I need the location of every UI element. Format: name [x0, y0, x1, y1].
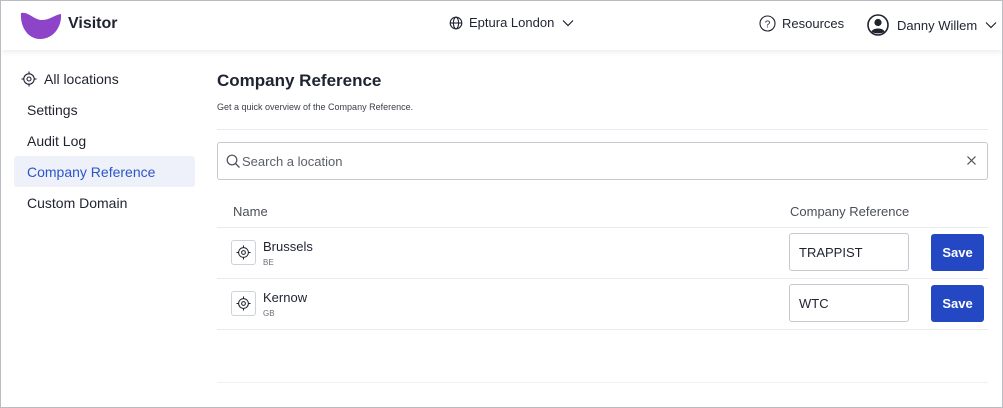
- location-country-code: GB: [263, 309, 275, 318]
- target-icon: [236, 245, 251, 260]
- close-icon[interactable]: [966, 155, 977, 166]
- location-switcher[interactable]: Eptura London: [449, 15, 574, 30]
- top-header: Visitor Eptura London ? Resources Danny …: [1, 1, 1002, 50]
- sidebar-item-label: Custom Domain: [27, 194, 128, 211]
- column-header-name: Name: [233, 204, 268, 219]
- target-icon: [21, 71, 37, 86]
- app-name: Visitor: [68, 15, 118, 32]
- sidebar-item-audit-log[interactable]: Audit Log: [14, 125, 195, 156]
- globe-icon: [449, 16, 463, 29]
- company-reference-input[interactable]: [789, 284, 909, 322]
- resources-label: Resources: [782, 16, 845, 31]
- location-country-code: BE: [263, 258, 274, 267]
- divider: [217, 382, 988, 383]
- search-box: [217, 142, 988, 180]
- save-button[interactable]: Save: [931, 285, 984, 322]
- sidebar-item-label: All locations: [44, 70, 119, 87]
- visitor-logo[interactable]: [20, 10, 62, 40]
- table-row: Brussels BE Save: [217, 228, 988, 279]
- column-header-company-reference: Company Reference: [790, 204, 910, 219]
- sidebar-item-all-locations[interactable]: All locations: [14, 63, 195, 94]
- avatar-icon: [867, 14, 889, 36]
- page-subtitle: Get a quick overview of the Company Refe…: [217, 102, 414, 112]
- help-icon: ?: [759, 15, 776, 32]
- location-name: Brussels: [263, 239, 313, 254]
- sidebar-item-label: Company Reference: [27, 163, 156, 180]
- app-window: Visitor Eptura London ? Resources Danny …: [0, 0, 1003, 408]
- main-content: Company Reference Get a quick overview o…: [217, 71, 988, 330]
- location-name: Kernow: [263, 290, 308, 305]
- search-input[interactable]: [218, 143, 987, 179]
- locations-table: Name Company Reference Brussels BE TRAPP…: [217, 193, 988, 330]
- company-reference-input[interactable]: [789, 233, 909, 271]
- sidebar: All locations Settings Audit Log Company…: [14, 63, 195, 218]
- table-row: Kernow GB Save: [217, 279, 988, 330]
- divider: [217, 129, 988, 130]
- chevron-down-icon: [985, 22, 997, 29]
- location-name: Eptura London: [469, 15, 555, 30]
- svg-text:?: ?: [765, 19, 771, 30]
- sidebar-item-settings[interactable]: Settings: [14, 94, 195, 125]
- search-icon: [226, 154, 240, 168]
- user-name: Danny Willem: [897, 17, 978, 33]
- resources-link[interactable]: ? Resources: [759, 15, 844, 32]
- sidebar-item-custom-domain[interactable]: Custom Domain: [14, 187, 195, 218]
- user-menu[interactable]: Danny Willem: [867, 14, 997, 36]
- sidebar-item-company-reference[interactable]: Company Reference: [14, 156, 195, 187]
- sidebar-item-label: Audit Log: [27, 132, 87, 149]
- save-button[interactable]: Save: [931, 234, 984, 271]
- page-title: Company Reference: [217, 71, 382, 90]
- table-header: Name Company Reference: [217, 193, 988, 228]
- sidebar-item-label: Settings: [27, 101, 78, 118]
- location-target-icon: [231, 240, 256, 265]
- location-target-icon: [231, 291, 256, 316]
- target-icon: [236, 296, 251, 311]
- chevron-down-icon: [562, 19, 574, 26]
